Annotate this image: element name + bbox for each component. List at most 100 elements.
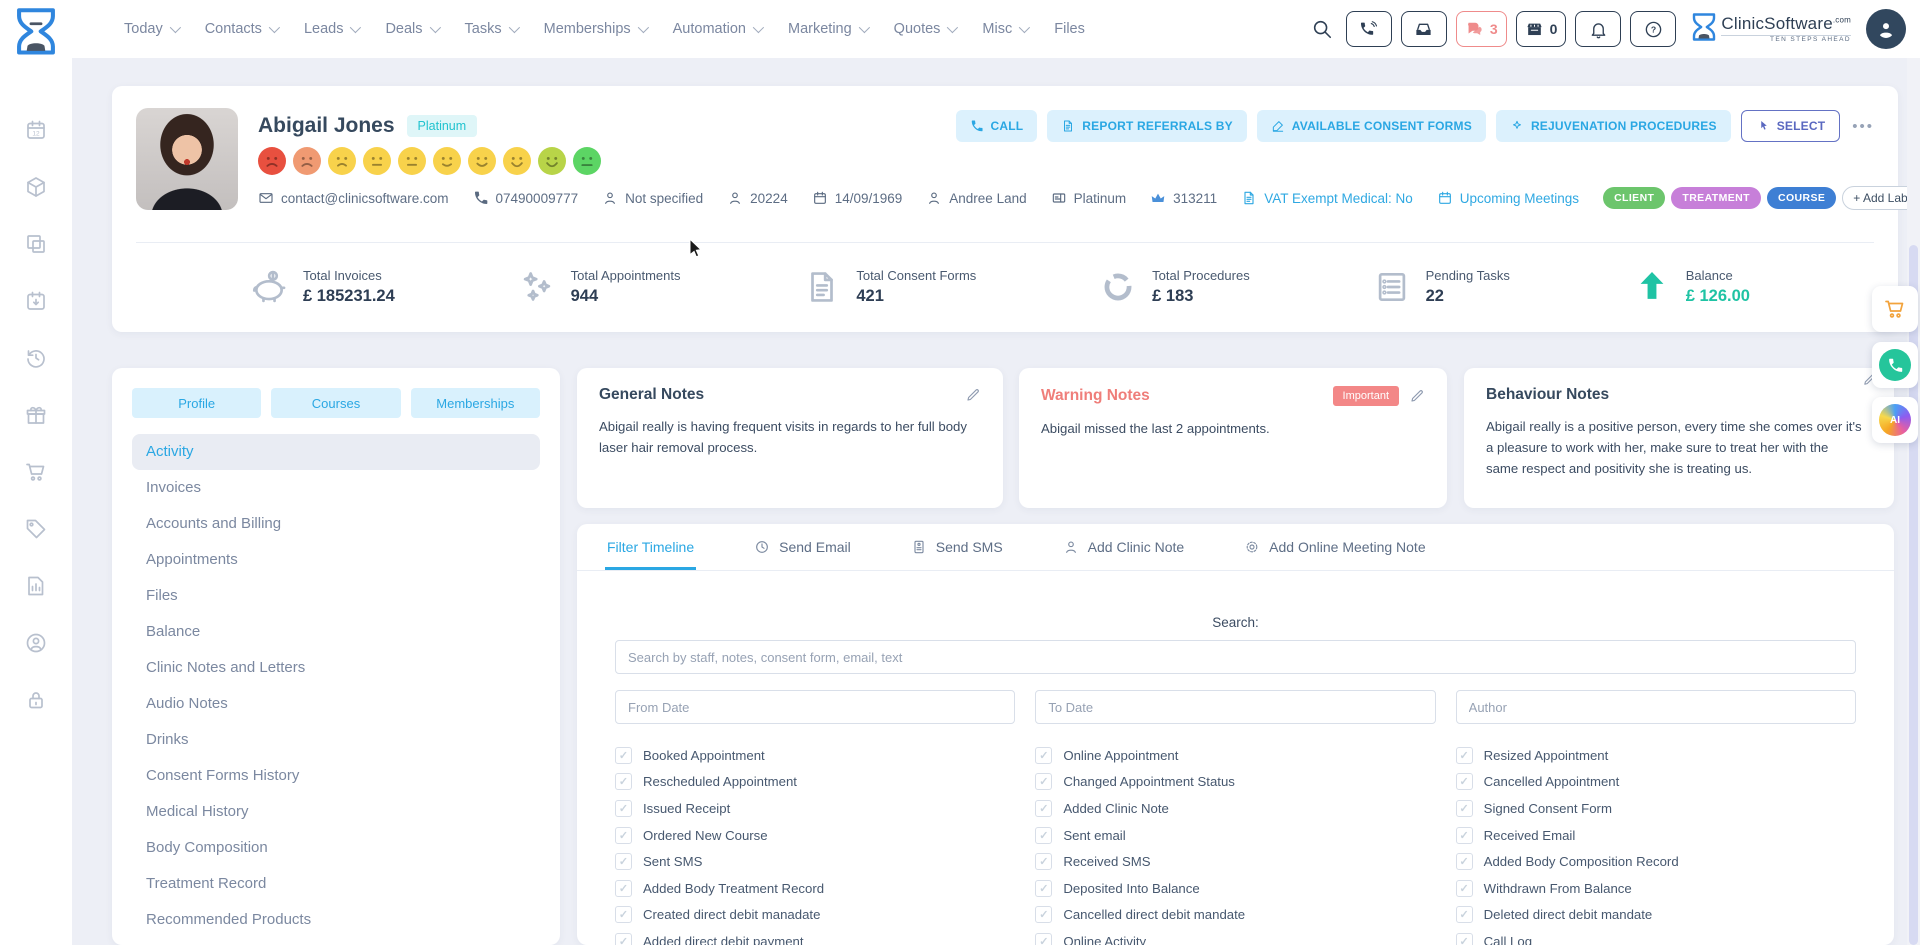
sidebar-item-files[interactable]: Files <box>132 578 540 614</box>
select-button[interactable]: SELECT <box>1741 110 1841 142</box>
quick-cart-button[interactable] <box>1872 286 1918 332</box>
edit-pencil-icon[interactable] <box>965 387 981 403</box>
lock-icon[interactable] <box>24 688 48 712</box>
checkbox-withdrawn-from-balance[interactable]: ✓ <box>1456 880 1473 897</box>
nav-item-misc[interactable]: Misc <box>982 21 1027 37</box>
tab-send-sms[interactable]: Send SMS <box>909 524 1005 570</box>
tag-icon[interactable] <box>24 517 48 541</box>
author-input[interactable] <box>1456 690 1856 724</box>
inbox-button[interactable] <box>1401 11 1447 47</box>
nav-item-leads[interactable]: Leads <box>304 21 359 37</box>
edit-pencil-icon[interactable] <box>1409 388 1425 404</box>
tab-add-online-meeting-note[interactable]: Add Online Meeting Note <box>1242 524 1427 570</box>
checkbox-rescheduled-appointment[interactable]: ✓ <box>615 773 632 790</box>
dialer-button[interactable] <box>1346 11 1392 47</box>
checkbox-added-clinic-note[interactable]: ✓ <box>1035 800 1052 817</box>
copy-icon[interactable] <box>24 232 48 256</box>
user-avatar[interactable] <box>1866 9 1906 49</box>
mood-10-flat-face-icon[interactable] <box>573 147 601 175</box>
help-button[interactable]: ? <box>1630 11 1676 47</box>
tab-profile[interactable]: Profile <box>132 388 261 418</box>
chat-button[interactable]: 3 <box>1456 11 1507 47</box>
checkbox-issued-receipt[interactable]: ✓ <box>615 800 632 817</box>
mood-8-grin-face-icon[interactable] <box>503 147 531 175</box>
checkbox-cancelled-appointment[interactable]: ✓ <box>1456 773 1473 790</box>
shop-button[interactable]: 0 <box>1516 11 1567 47</box>
sidebar-item-activity[interactable]: Activity <box>132 434 540 470</box>
contact-upcoming-meetings[interactable]: Upcoming Meetings <box>1437 190 1579 206</box>
nav-item-contacts[interactable]: Contacts <box>205 21 277 37</box>
nav-item-marketing[interactable]: Marketing <box>788 21 867 37</box>
sidebar-item-appointments[interactable]: Appointments <box>132 542 540 578</box>
checkbox-deleted-direct-debit-mandate[interactable]: ✓ <box>1456 906 1473 923</box>
sidebar-item-clinic-notes-and-letters[interactable]: Clinic Notes and Letters <box>132 650 540 686</box>
nav-item-memberships[interactable]: Memberships <box>544 21 646 37</box>
quick-call-button[interactable] <box>1872 342 1918 388</box>
cube-icon[interactable] <box>24 175 48 199</box>
checkbox-added-body-treatment-record[interactable]: ✓ <box>615 880 632 897</box>
report-referrals-by-button[interactable]: REPORT REFERRALS BY <box>1047 110 1246 142</box>
search-input[interactable] <box>615 640 1856 674</box>
contact-vat-exempt-medical-no[interactable]: VAT Exempt Medical: No <box>1241 190 1413 206</box>
checkbox-resized-appointment[interactable]: ✓ <box>1456 747 1473 764</box>
nav-item-tasks[interactable]: Tasks <box>465 21 517 37</box>
tab-add-clinic-note[interactable]: Add Clinic Note <box>1061 524 1187 570</box>
ai-assistant-button[interactable]: AI <box>1872 397 1918 443</box>
sidebar-item-consent-forms-history[interactable]: Consent Forms History <box>132 758 540 794</box>
sidebar-item-balance[interactable]: Balance <box>132 614 540 650</box>
contact-07490009777[interactable]: 07490009777 <box>473 190 579 206</box>
mood-4-neutral-face-icon[interactable] <box>363 147 391 175</box>
checkbox-received-email[interactable]: ✓ <box>1456 827 1473 844</box>
checkbox-deposited-into-balance[interactable]: ✓ <box>1035 880 1052 897</box>
gift-icon[interactable] <box>24 403 48 427</box>
checkbox-online-appointment[interactable]: ✓ <box>1035 747 1052 764</box>
rejuvenation-procedures-button[interactable]: REJUVENATION PROCEDURES <box>1496 110 1731 142</box>
history-icon[interactable] <box>24 346 48 370</box>
checkbox-booked-appointment[interactable]: ✓ <box>615 747 632 764</box>
sidebar-item-drinks[interactable]: Drinks <box>132 722 540 758</box>
sidebar-item-recommended-products[interactable]: Recommended Products <box>132 902 540 938</box>
app-logo-icon[interactable] <box>14 6 58 56</box>
checkbox-sent-email[interactable]: ✓ <box>1035 827 1052 844</box>
mood-6-slight-face-icon[interactable] <box>433 147 461 175</box>
chart-doc-icon[interactable] <box>24 574 48 598</box>
checkbox-created-direct-debit-manadate[interactable]: ✓ <box>615 906 632 923</box>
checkbox-signed-consent-form[interactable]: ✓ <box>1456 800 1473 817</box>
sidebar-item-medical-history[interactable]: Medical History <box>132 794 540 830</box>
checkbox-received-sms[interactable]: ✓ <box>1035 853 1052 870</box>
sidebar-item-accounts-and-billing[interactable]: Accounts and Billing <box>132 506 540 542</box>
tab-send-email[interactable]: Send Email <box>752 524 853 570</box>
tab-memberships[interactable]: Memberships <box>411 388 540 418</box>
available-consent-forms-button[interactable]: AVAILABLE CONSENT FORMS <box>1257 110 1486 142</box>
notifications-button[interactable] <box>1575 11 1621 47</box>
more-actions-button[interactable]: ••• <box>1852 118 1874 135</box>
tab-courses[interactable]: Courses <box>271 388 400 418</box>
to-date-input[interactable] <box>1035 690 1435 724</box>
from-date-input[interactable] <box>615 690 1015 724</box>
user-badge-icon[interactable] <box>24 631 48 655</box>
nav-item-files[interactable]: Files <box>1054 21 1085 37</box>
nav-item-today[interactable]: Today <box>124 21 178 37</box>
nav-item-automation[interactable]: Automation <box>673 21 761 37</box>
contact-contact-clinicsoftware-com[interactable]: contact@clinicsoftware.com <box>258 190 449 206</box>
search-icon[interactable] <box>1311 18 1333 40</box>
calendar-12-icon[interactable]: 12 <box>24 118 48 142</box>
sidebar-item-invoices[interactable]: Invoices <box>132 470 540 506</box>
mood-2-frown-face-icon[interactable] <box>293 147 321 175</box>
call-button[interactable]: CALL <box>956 110 1038 142</box>
sidebar-item-treatment-record[interactable]: Treatment Record <box>132 866 540 902</box>
checkbox-sent-sms[interactable]: ✓ <box>615 853 632 870</box>
checkbox-changed-appointment-status[interactable]: ✓ <box>1035 773 1052 790</box>
checkbox-added-direct-debit-payment[interactable]: ✓ <box>615 933 632 945</box>
mood-9-grin-face-icon[interactable] <box>538 147 566 175</box>
nav-item-deals[interactable]: Deals <box>385 21 437 37</box>
sidebar-item-body-composition[interactable]: Body Composition <box>132 830 540 866</box>
mood-1-frown-face-icon[interactable] <box>258 147 286 175</box>
checkbox-ordered-new-course[interactable]: ✓ <box>615 827 632 844</box>
tab-filter-timeline[interactable]: Filter Timeline <box>605 524 696 570</box>
mood-3-sad-face-icon[interactable] <box>328 147 356 175</box>
calendar-import-icon[interactable] <box>24 289 48 313</box>
checkbox-cancelled-direct-debit-mandate[interactable]: ✓ <box>1035 906 1052 923</box>
mood-5-neutral-face-icon[interactable] <box>398 147 426 175</box>
cart-icon[interactable] <box>24 460 48 484</box>
